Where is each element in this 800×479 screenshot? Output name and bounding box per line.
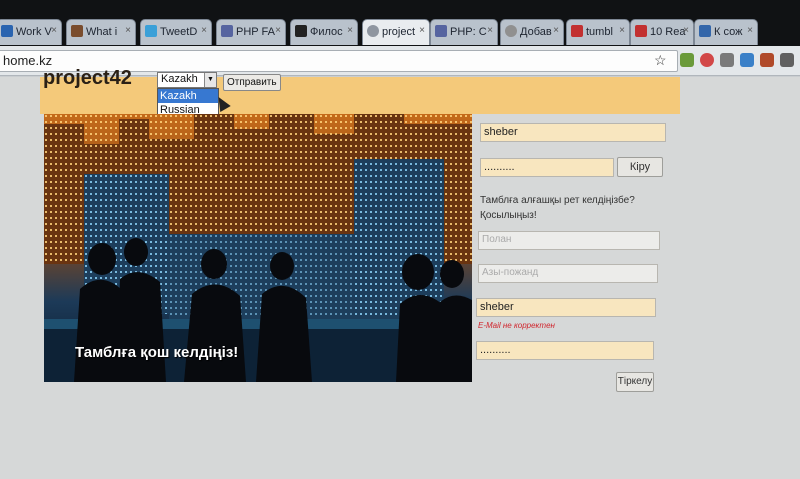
tab-label: project: [382, 26, 416, 38]
chevron-down-icon[interactable]: ▼: [204, 73, 216, 87]
close-tab-icon[interactable]: ×: [553, 25, 559, 36]
language-select-value: Kazakh: [161, 73, 198, 85]
signup-prompt: Тамблға алғашқы рет келдіңізбе? Қосылыңы…: [480, 195, 635, 221]
browser-tab[interactable]: PHP FA ×: [216, 19, 286, 45]
close-tab-icon[interactable]: ×: [125, 25, 131, 36]
browser-tab[interactable]: Филос ×: [290, 19, 358, 45]
tab-label: Филос: [310, 26, 343, 38]
city-night-illustration: [44, 114, 472, 382]
tab-label: TweetD: [160, 26, 198, 38]
login-username-input[interactable]: sheber: [480, 123, 666, 142]
close-tab-icon[interactable]: ×: [51, 25, 57, 36]
language-select[interactable]: Kazakh ▼: [157, 72, 217, 88]
extension-icon[interactable]: [740, 53, 754, 67]
close-tab-icon[interactable]: ×: [619, 25, 625, 36]
close-tab-icon[interactable]: ×: [275, 25, 281, 36]
signup-password-value: ..........: [480, 344, 511, 356]
tab-favicon-icon: [71, 25, 83, 37]
login-password-value: ..........: [484, 161, 515, 173]
tab-favicon-icon: [505, 25, 517, 37]
tab-label: 10 Rea: [650, 26, 686, 38]
login-username-value: sheber: [484, 126, 518, 138]
signup-email-value: sheber: [480, 301, 514, 313]
tab-label: PHP FA: [236, 26, 275, 38]
signup-surname-placeholder: Азы-пожанд: [482, 267, 539, 278]
close-tab-icon[interactable]: ×: [747, 25, 753, 36]
close-tab-icon[interactable]: ×: [419, 25, 425, 36]
login-button[interactable]: Кіру: [617, 157, 663, 177]
tab-favicon-icon: [145, 25, 157, 37]
tab-favicon-icon: [295, 25, 307, 37]
tab-favicon-icon: [571, 25, 583, 37]
signup-email-input[interactable]: sheber: [476, 298, 656, 317]
browser-tab-bar: Work V × What i × TweetD × PHP FA × Филос × p…: [0, 0, 800, 46]
tab-label: Work V: [16, 26, 52, 38]
hero-image: Тамблға қош келдіңіз!: [44, 114, 472, 382]
extension-icon[interactable]: [700, 53, 714, 67]
tab-label: PHP: C: [450, 26, 487, 38]
tab-label: К сож: [714, 26, 743, 38]
tab-label: What i: [86, 26, 118, 38]
signup-password-input[interactable]: ..........: [476, 341, 654, 360]
site-header: [40, 77, 680, 114]
tab-favicon-icon: [699, 25, 711, 37]
browser-tab[interactable]: TweetD ×: [140, 19, 212, 45]
browser-tab[interactable]: 10 Rea ×: [630, 19, 694, 45]
tab-label: tumbl: [586, 26, 613, 38]
url-text: home.kz: [3, 53, 53, 68]
close-tab-icon[interactable]: ×: [201, 25, 207, 36]
extension-icon[interactable]: [680, 53, 694, 67]
tab-favicon-icon: [1, 25, 13, 37]
tab-label: Добав: [520, 26, 552, 38]
tab-favicon-icon: [367, 25, 379, 37]
browser-tab[interactable]: tumbl ×: [566, 19, 630, 45]
login-password-input[interactable]: ..........: [480, 158, 614, 177]
browser-tab-active[interactable]: project ×: [362, 19, 430, 45]
register-button[interactable]: Тіркелу: [616, 372, 654, 392]
language-option-kazakh[interactable]: Kazakh: [158, 89, 218, 103]
tab-favicon-icon: [435, 25, 447, 37]
close-tab-icon[interactable]: ×: [487, 25, 493, 36]
signup-surname-input[interactable]: Азы-пожанд: [478, 264, 658, 283]
browser-tab[interactable]: К сож ×: [694, 19, 758, 45]
tab-favicon-icon: [635, 25, 647, 37]
menu-icon[interactable]: [780, 53, 794, 67]
signup-name-placeholder: Полан: [482, 234, 512, 245]
signup-name-input[interactable]: Полан: [478, 231, 660, 250]
extension-icon[interactable]: [760, 53, 774, 67]
tab-favicon-icon: [221, 25, 233, 37]
browser-tab[interactable]: What i ×: [66, 19, 136, 45]
welcome-heading: Тамблға қош келдіңіз!: [75, 344, 239, 361]
browser-tab[interactable]: PHP: C ×: [430, 19, 498, 45]
email-error-message: E-Mail не корректен: [478, 321, 555, 330]
close-tab-icon[interactable]: ×: [347, 25, 353, 36]
bookmark-star-icon[interactable]: ☆: [654, 52, 667, 69]
browser-tab[interactable]: Work V ×: [0, 19, 62, 45]
extension-icon[interactable]: [720, 53, 734, 67]
browser-tab[interactable]: Добав ×: [500, 19, 564, 45]
send-button[interactable]: Отправить: [223, 74, 281, 91]
site-logo[interactable]: project42: [43, 67, 132, 90]
close-tab-icon[interactable]: ×: [683, 25, 689, 36]
